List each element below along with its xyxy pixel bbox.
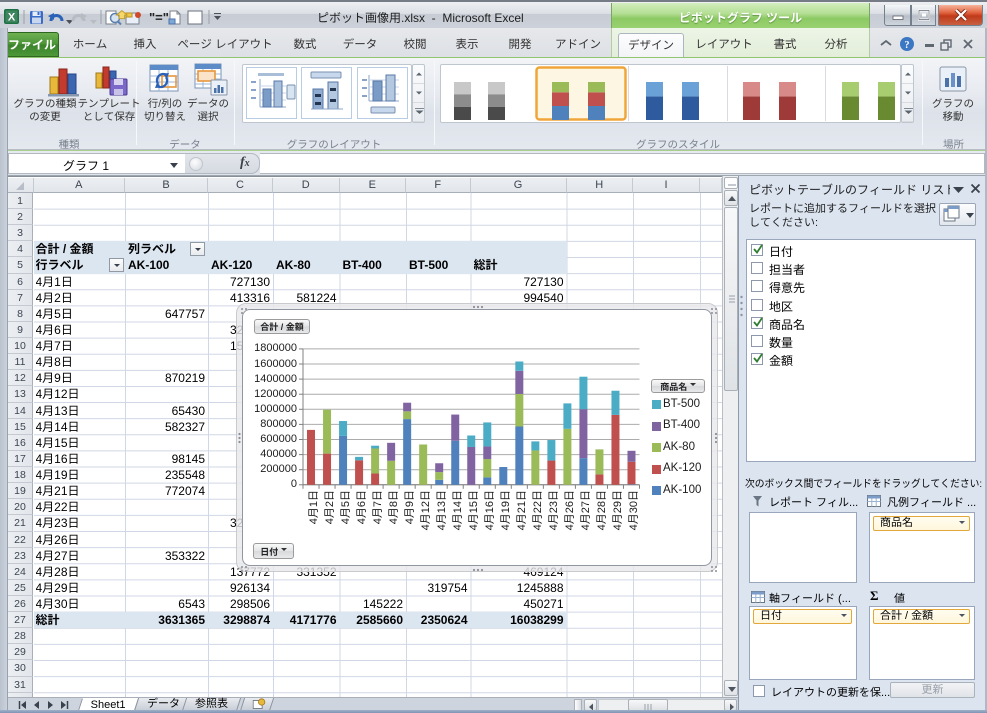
svg-text:X: X <box>8 12 16 24</box>
svg-text:"=": "=" <box>149 10 169 25</box>
svg-text:?: ? <box>905 40 910 51</box>
